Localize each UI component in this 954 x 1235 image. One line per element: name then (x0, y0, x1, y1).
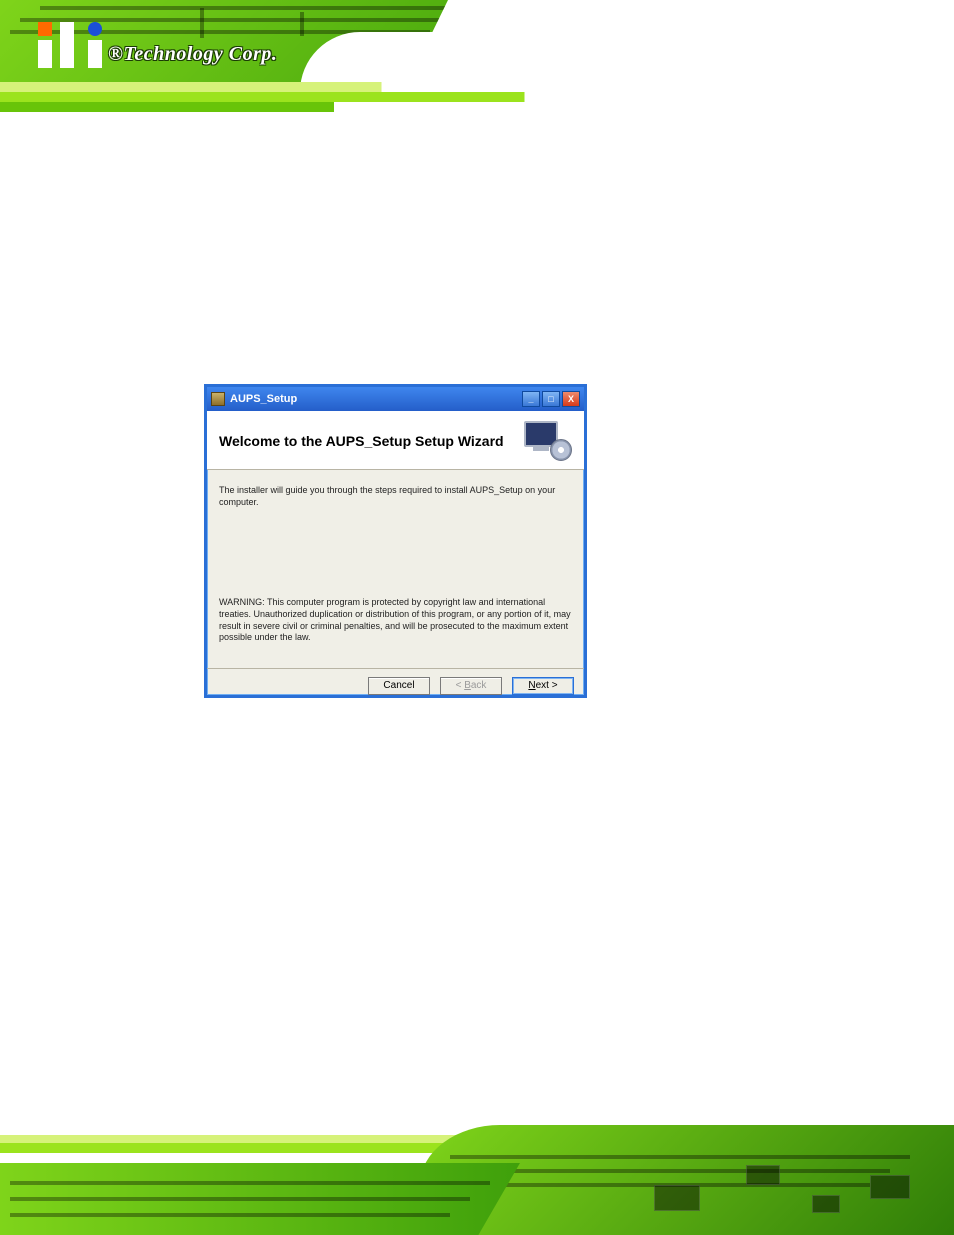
header-stripe (0, 82, 954, 92)
header-stripe (0, 102, 954, 112)
page-header-banner: ®Technology Corp. (0, 0, 954, 113)
brand-logo-mark (38, 22, 102, 68)
page-footer-banner (0, 1115, 954, 1235)
dialog-intro-text: The installer will guide you through the… (219, 484, 572, 508)
setup-wizard-dialog: AUPS_Setup _ □ X Welcome to the AUPS_Set… (204, 384, 587, 698)
close-button[interactable]: X (562, 391, 580, 407)
maximize-icon: □ (548, 394, 553, 404)
setup-computer-icon (524, 421, 572, 461)
installer-icon (211, 392, 225, 406)
dialog-titlebar[interactable]: AUPS_Setup _ □ X (207, 387, 584, 411)
next-button[interactable]: Next > (512, 677, 574, 695)
brand-logo: ®Technology Corp. (38, 22, 277, 68)
back-button: < Back (440, 677, 502, 695)
header-stripe (0, 92, 954, 102)
footer-circuit-left (0, 1163, 520, 1235)
maximize-button[interactable]: □ (542, 391, 560, 407)
dialog-warning-text: WARNING: This computer program is protec… (219, 597, 572, 644)
next-button-label: Next > (528, 680, 557, 691)
back-button-label: < Back (456, 680, 487, 691)
minimize-button[interactable]: _ (522, 391, 540, 407)
close-icon: X (568, 394, 574, 404)
cancel-button[interactable]: Cancel (368, 677, 430, 695)
minimize-icon: _ (528, 394, 533, 404)
brand-logo-text: ®Technology Corp. (108, 43, 277, 66)
dialog-body: The installer will guide you through the… (207, 470, 584, 668)
window-controls: _ □ X (522, 391, 580, 407)
dialog-title: AUPS_Setup (230, 393, 517, 405)
dialog-header: Welcome to the AUPS_Setup Setup Wizard (207, 411, 584, 470)
dialog-heading: Welcome to the AUPS_Setup Setup Wizard (219, 433, 504, 449)
dialog-footer: Cancel < Back Next > (207, 668, 584, 702)
cancel-button-label: Cancel (383, 680, 414, 691)
